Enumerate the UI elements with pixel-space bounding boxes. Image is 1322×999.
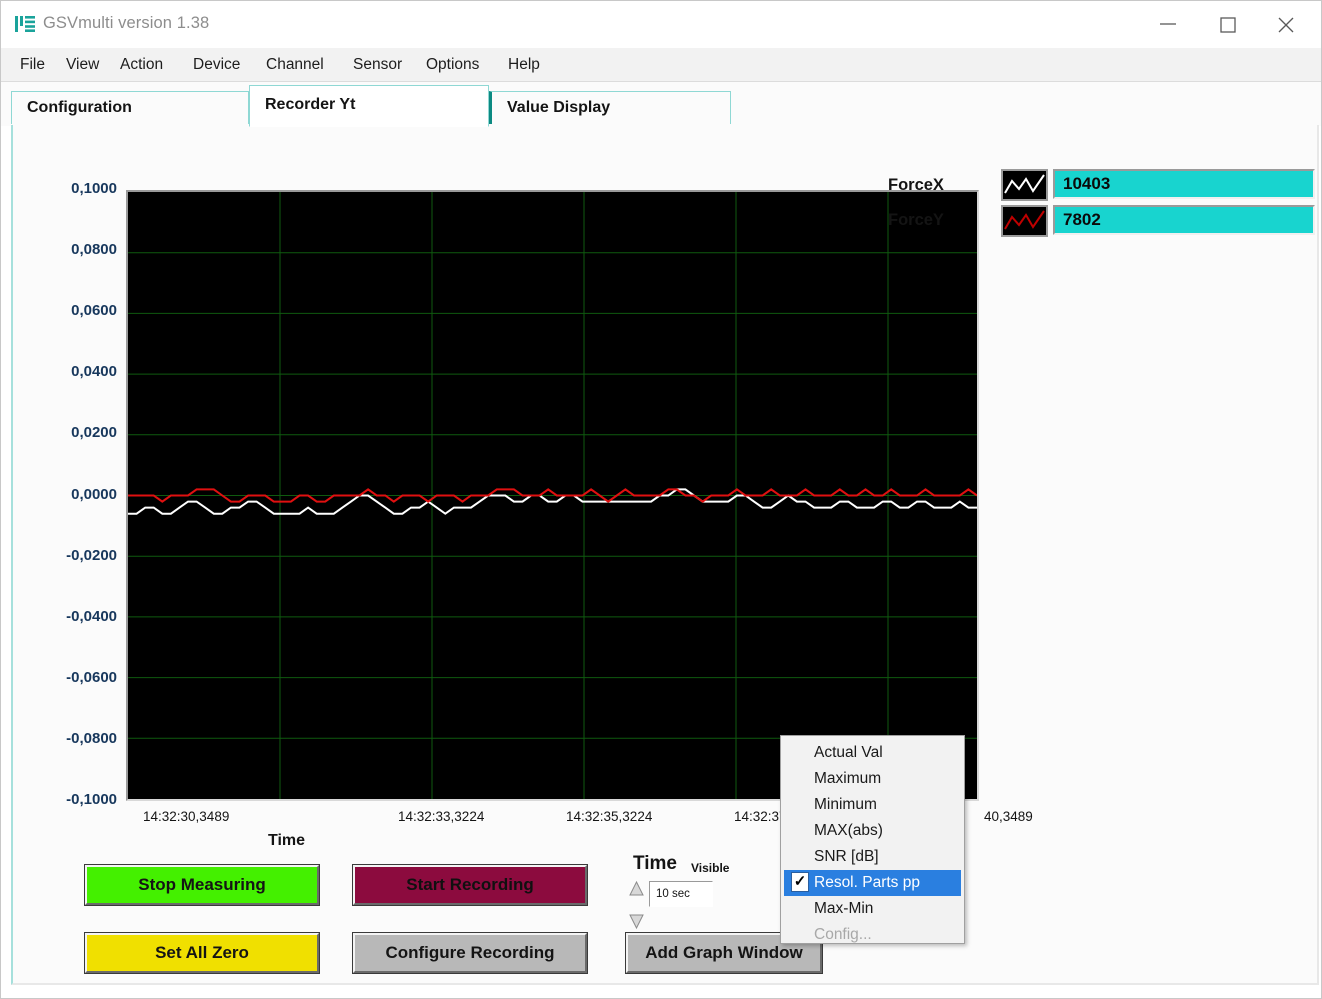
close-icon [1276, 17, 1296, 33]
readout-value-forcex-text: 10403 [1063, 174, 1110, 194]
y-axis-labels: 0,1000 0,0800 0,0600 0,0400 0,0200 0,0000 -0,0… [13, 125, 117, 825]
set-all-zero-button[interactable]: Set All Zero [85, 933, 319, 973]
context-menu-item-label: Maximum [814, 770, 881, 787]
x-axis-tick: 14:32:35,3224 [566, 809, 652, 824]
menu-item-channel[interactable]: Channel [259, 48, 331, 81]
stop-measuring-button[interactable]: Stop Measuring [85, 865, 319, 905]
time-visible-value: 10 sec [656, 888, 690, 900]
context-menu-item-label: SNR [dB] [814, 848, 879, 865]
x-axis-tick: 14:32:30,3489 [143, 809, 229, 824]
spinner-up-icon[interactable] [628, 880, 645, 899]
y-axis-tick: 0,0600 [17, 302, 117, 319]
close-button[interactable] [1263, 1, 1309, 47]
y-axis-tick: -0,1000 [17, 791, 117, 808]
menu-item-help[interactable]: Help [501, 48, 547, 81]
x-axis-title: Time [268, 832, 305, 850]
channel-display-context-menu: Actual Val Maximum Minimum MAX(abs) SNR [dB]… [780, 735, 965, 944]
context-menu-item[interactable]: Actual Val [784, 740, 961, 766]
context-menu-item: Config... [784, 922, 961, 948]
tab-strip: Configuration Recorder Yt Value Display [1, 82, 1321, 126]
tab-configuration-label: Configuration [27, 99, 132, 117]
menu-item-options[interactable]: Options [419, 48, 486, 81]
title-bar: GSVmulti version 1.38 [1, 1, 1321, 49]
context-menu-item[interactable]: Maximum [784, 766, 961, 792]
menu-item-action[interactable]: Action [113, 48, 170, 81]
waveform-icon [1003, 171, 1046, 199]
menu-item-file[interactable]: File [13, 48, 52, 81]
tab-value-display[interactable]: Value Display [489, 91, 731, 124]
context-menu-item[interactable]: Max-Min [784, 896, 961, 922]
context-menu-item-label: Minimum [814, 796, 877, 813]
maximize-icon [1218, 17, 1238, 33]
me-logo-icon [15, 16, 35, 32]
context-menu-item-label: Config... [814, 926, 872, 943]
context-menu-item-label: Actual Val [814, 744, 883, 761]
window-title: GSVmulti version 1.38 [43, 14, 209, 33]
y-axis-tick: 0,1000 [17, 180, 117, 197]
y-axis-tick: -0,0400 [17, 608, 117, 625]
y-axis-tick: 0,0400 [17, 363, 117, 380]
waveform-icon-forcex[interactable] [1001, 169, 1048, 201]
x-axis-tick: 40,3489 [984, 809, 1033, 824]
minimize-button[interactable] [1145, 1, 1191, 47]
y-axis-tick: 0,0200 [17, 424, 117, 441]
tab-configuration[interactable]: Configuration [11, 91, 249, 124]
checkmark-icon: ✓ [791, 872, 809, 892]
readout-label-forcex: ForceX [888, 176, 944, 195]
start-recording-button[interactable]: Start Recording [353, 865, 587, 905]
y-axis-tick: 0,0800 [17, 241, 117, 258]
y-axis-tick: -0,0800 [17, 730, 117, 747]
context-menu-item-label: Max-Min [814, 900, 873, 917]
context-menu-item[interactable]: MAX(abs) [784, 818, 961, 844]
readout-value-forcey-text: 7802 [1063, 210, 1101, 230]
y-axis-tick: 0,0000 [17, 486, 117, 503]
time-visible-input[interactable]: 10 sec [649, 881, 713, 907]
readout-label-forcey: ForceY [888, 211, 944, 230]
tab-recorder-yt-label: Recorder Yt [265, 96, 355, 114]
chart-canvas [128, 192, 977, 799]
menu-item-view[interactable]: View [59, 48, 106, 81]
spinner-down-icon[interactable] [628, 911, 645, 930]
configure-recording-button[interactable]: Configure Recording [353, 933, 587, 973]
x-axis-tick: 14:32:33,3224 [398, 809, 484, 824]
y-axis-tick: -0,0200 [17, 547, 117, 564]
minimize-icon [1158, 17, 1178, 31]
readout-value-forcey[interactable]: 7802 [1053, 205, 1315, 235]
time-visible-subtitle: Visible [691, 861, 729, 875]
menu-item-sensor[interactable]: Sensor [346, 48, 409, 81]
context-menu-item-label: MAX(abs) [814, 822, 883, 839]
menu-bar: File View Action Device Channel Sensor O… [1, 48, 1321, 82]
chart-plot-area[interactable] [126, 190, 979, 801]
gsvmulti-window: GSVmulti version 1.38 File View Action D… [0, 0, 1322, 999]
tab-recorder-yt[interactable]: Recorder Yt [249, 85, 489, 127]
context-menu-item-label: Resol. Parts pp [814, 874, 920, 891]
menu-item-device[interactable]: Device [186, 48, 247, 81]
context-menu-item[interactable]: ✓ Resol. Parts pp [784, 870, 961, 896]
y-axis-tick: -0,0600 [17, 669, 117, 686]
context-menu-item[interactable]: SNR [dB] [784, 844, 961, 870]
maximize-button[interactable] [1205, 1, 1251, 47]
recorder-yt-panel: 0,1000 0,0800 0,0600 0,0400 0,0200 0,0000 -0,0… [11, 125, 1319, 985]
tab-value-display-label: Value Display [507, 99, 610, 117]
context-menu-item[interactable]: Minimum [784, 792, 961, 818]
readout-value-forcex[interactable]: 10403 [1053, 169, 1315, 199]
waveform-icon [1003, 207, 1046, 235]
time-visible-title: Time [633, 853, 677, 875]
waveform-icon-forcey[interactable] [1001, 205, 1048, 237]
